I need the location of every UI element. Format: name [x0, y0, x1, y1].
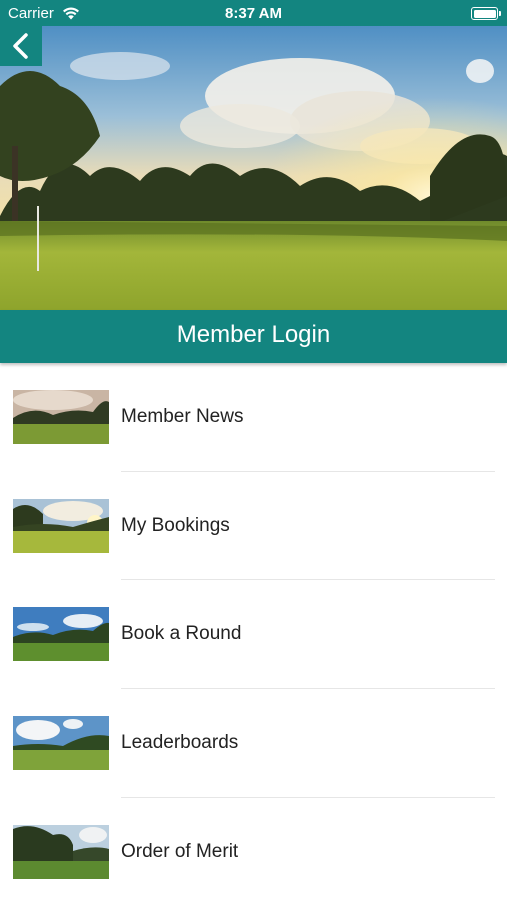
- menu-item-member-news[interactable]: Member News: [0, 363, 507, 472]
- golf-course-trees-thumbnail: [13, 824, 109, 879]
- menu-item-my-bookings[interactable]: My Bookings: [0, 472, 507, 581]
- menu-item-label: Member News: [121, 406, 244, 427]
- golf-course-sunset-thumbnail: [13, 390, 109, 444]
- battery-icon: [471, 7, 501, 20]
- status-time: 8:37 AM: [225, 5, 282, 22]
- menu-item-book-a-round[interactable]: Book a Round: [0, 580, 507, 690]
- menu-item-label: Leaderboards: [121, 732, 239, 754]
- fairway-blue-sky-thumbnail: [13, 607, 109, 662]
- fairway-clouds-thumbnail: [13, 716, 109, 771]
- status-bar: Carrier 8:37 AM: [0, 0, 507, 26]
- back-button[interactable]: [0, 26, 42, 66]
- member-login-button[interactable]: Member Login: [0, 310, 507, 363]
- menu-item-label: My Bookings: [121, 514, 230, 536]
- menu-item-label: Book a Round: [121, 623, 242, 645]
- menu-item-leaderboards[interactable]: Leaderboards: [0, 689, 507, 798]
- golf-green-sunrise-thumbnail: [13, 498, 109, 553]
- hero-image: [0, 26, 507, 310]
- menu-list: Member News My Bookings Book a Round Lea…: [0, 363, 507, 900]
- chevron-left-icon: [13, 33, 28, 59]
- menu-item-label: Order of Merit: [121, 840, 239, 862]
- menu-item-order-of-merit[interactable]: Order of Merit: [0, 798, 507, 900]
